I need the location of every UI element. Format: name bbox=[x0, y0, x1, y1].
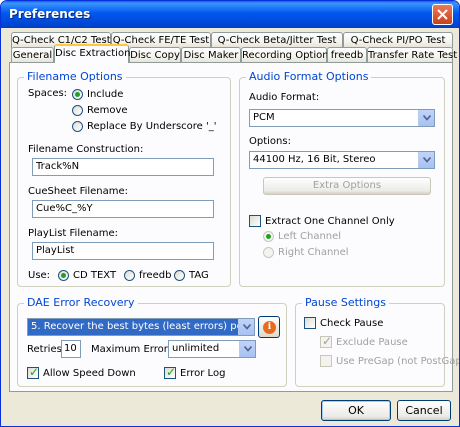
audio-format-title: Audio Format Options bbox=[246, 70, 372, 83]
pause-settings-group: Pause Settings Check Pause Exclude Pause… bbox=[295, 296, 459, 387]
tab-disc-copy[interactable]: Disc Copy bbox=[129, 47, 181, 63]
dae-mode-select[interactable]: 5. Recover the best bytes (least errors)… bbox=[27, 318, 255, 336]
use-label: Use: bbox=[28, 270, 51, 281]
exclude-pause-checkbox[interactable]: Exclude Pause bbox=[320, 334, 408, 348]
cuesheet-filename-input[interactable]: Cue%C_%Y bbox=[32, 200, 214, 218]
playlist-filename-label: PlayList Filename: bbox=[28, 228, 118, 239]
tab-disc-extraction[interactable]: Disc Extraction bbox=[54, 44, 130, 63]
extra-options-button[interactable]: Extra Options bbox=[263, 177, 431, 195]
title-bar[interactable]: Preferences bbox=[1, 1, 459, 28]
right-channel-radio[interactable]: Right Channel bbox=[263, 247, 349, 258]
pause-settings-title: Pause Settings bbox=[302, 296, 389, 309]
tab-q-check-pipo[interactable]: Q-Check PI/PO Test bbox=[343, 32, 453, 48]
preferences-window: Preferences Q-Check C1/C2 Test Q-Check F… bbox=[0, 0, 460, 427]
cuesheet-filename-label: CueSheet Filename: bbox=[28, 186, 129, 197]
tab-general[interactable]: General bbox=[11, 47, 54, 63]
error-log-checkbox[interactable]: Error Log bbox=[164, 365, 225, 379]
tab-freedb[interactable]: freedb bbox=[327, 47, 367, 63]
close-icon bbox=[437, 9, 448, 20]
info-button[interactable]: i bbox=[258, 316, 280, 338]
spaces-underscore-radio[interactable]: Replace By Underscore '_' bbox=[72, 121, 217, 132]
use-tag-radio[interactable]: TAG bbox=[174, 270, 209, 281]
chevron-down-icon bbox=[243, 324, 251, 330]
use-pregap-checkbox[interactable]: Use PreGap (not PostGap) bbox=[320, 355, 459, 367]
ok-button[interactable]: OK bbox=[321, 400, 391, 421]
maximum-errors-select[interactable]: unlimited bbox=[168, 340, 256, 358]
options-label: Options: bbox=[249, 136, 291, 147]
info-icon: i bbox=[263, 321, 276, 334]
check-pause-checkbox[interactable]: Check Pause bbox=[304, 317, 383, 329]
retries-label: Retries: bbox=[27, 344, 66, 355]
maximum-errors-label: Maximum Errors: bbox=[91, 344, 177, 355]
chevron-down-icon bbox=[423, 157, 431, 163]
use-freedb-radio[interactable]: freedb bbox=[124, 270, 171, 281]
chevron-down-icon bbox=[244, 346, 252, 352]
tab-disc-maker[interactable]: Disc Maker bbox=[181, 47, 241, 63]
audio-options-select[interactable]: 44100 Hz, 16 Bit, Stereo bbox=[249, 151, 435, 169]
filename-options-title: Filename Options bbox=[24, 70, 126, 83]
tab-q-check-beta-jitter[interactable]: Q-Check Beta/Jitter Test bbox=[211, 32, 343, 48]
tab-recording-options[interactable]: Recording Options bbox=[241, 47, 334, 63]
window-title: Preferences bbox=[9, 7, 91, 21]
audio-format-label: Audio Format: bbox=[249, 92, 320, 103]
tab-transfer-rate-test[interactable]: Transfer Rate Test bbox=[367, 47, 457, 63]
left-channel-radio[interactable]: Left Channel bbox=[263, 231, 341, 242]
allow-speed-down-checkbox[interactable]: Allow Speed Down bbox=[27, 365, 136, 379]
use-cdtext-radio[interactable]: CD TEXT bbox=[58, 270, 116, 281]
audio-format-group: Audio Format Options Audio Format: PCM O… bbox=[239, 70, 445, 287]
filename-options-group: Filename Options Spaces: Include Remove … bbox=[17, 70, 231, 287]
dae-error-recovery-group: DAE Error Recovery 5. Recover the best b… bbox=[17, 296, 287, 387]
filename-construction-input[interactable]: Track%N bbox=[32, 158, 214, 176]
retries-input[interactable]: 10 bbox=[61, 340, 81, 358]
spaces-include-radio[interactable]: Include bbox=[72, 89, 123, 100]
cancel-button[interactable]: Cancel bbox=[397, 400, 451, 421]
close-button[interactable] bbox=[432, 4, 453, 25]
audio-format-select[interactable]: PCM bbox=[249, 109, 435, 127]
dae-error-recovery-title: DAE Error Recovery bbox=[24, 296, 138, 309]
spaces-label: Spaces: bbox=[28, 88, 68, 99]
chevron-down-icon bbox=[423, 115, 431, 121]
playlist-filename-input[interactable]: PlayList bbox=[32, 242, 214, 260]
spaces-remove-radio[interactable]: Remove bbox=[72, 105, 128, 116]
disc-extraction-panel: Filename Options Spaces: Include Remove … bbox=[9, 62, 459, 392]
extract-one-channel-checkbox[interactable]: Extract One Channel Only bbox=[249, 215, 395, 227]
filename-construction-label: Filename Construction: bbox=[28, 144, 144, 155]
